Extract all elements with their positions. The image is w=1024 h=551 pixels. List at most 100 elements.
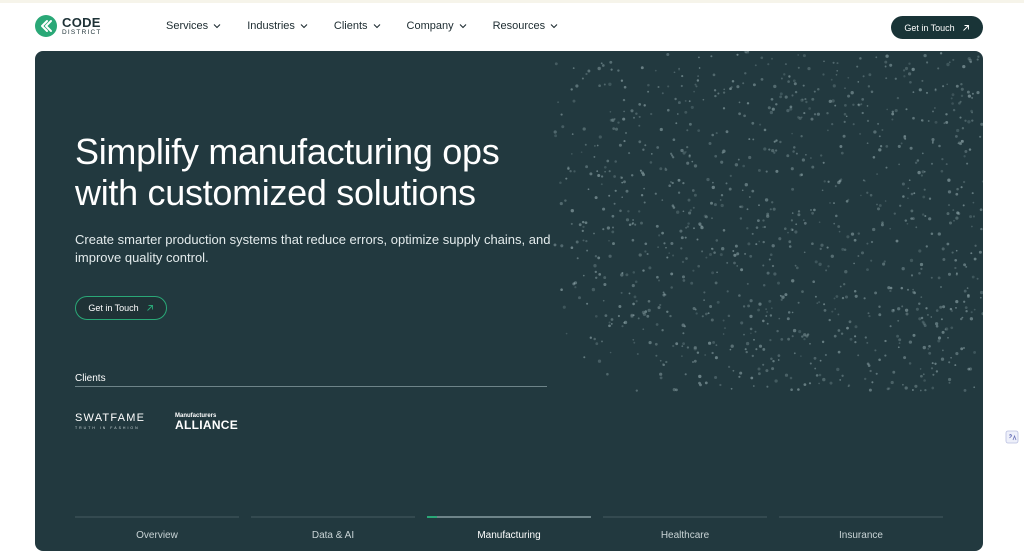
nav-item-label: Industries <box>247 20 295 32</box>
particle-dot <box>961 127 965 130</box>
particle-dot <box>853 289 857 293</box>
particle-dot <box>817 88 820 91</box>
particle-dot <box>686 129 689 132</box>
particle-dot <box>572 282 576 286</box>
particle-dot <box>791 279 795 283</box>
hero-get-in-touch-button[interactable]: Get in Touch <box>75 296 167 320</box>
particle-dot <box>631 284 635 288</box>
particle-dot <box>793 352 796 355</box>
particle-dot <box>729 87 732 91</box>
header-get-in-touch-button[interactable]: Get in Touch <box>891 16 983 39</box>
particle-dot <box>554 62 558 66</box>
tab-overview[interactable]: Overview <box>75 516 239 546</box>
particle-dot <box>681 275 686 279</box>
particle-dot <box>608 321 611 324</box>
particle-dot <box>752 138 755 141</box>
particle-dot <box>833 297 836 300</box>
particle-dot <box>771 201 774 204</box>
particle-dot <box>688 100 691 103</box>
particle-dot <box>704 381 708 385</box>
particle-dot <box>711 271 715 275</box>
particle-dot <box>638 124 641 127</box>
particle-dot <box>931 362 934 365</box>
particle-dot <box>788 75 791 78</box>
chevron-down-icon <box>300 24 308 29</box>
particle-dot <box>712 73 716 77</box>
particle-dot <box>766 385 769 388</box>
brand-logo[interactable]: CODE DISTRICT <box>35 15 102 37</box>
particle-dot <box>659 372 663 376</box>
particle-dot <box>729 174 732 178</box>
particle-dot <box>638 253 642 257</box>
particle-dot <box>935 309 939 312</box>
particle-dot <box>885 77 888 80</box>
particle-dot <box>920 296 923 298</box>
particle-dot <box>581 229 584 233</box>
particle-dot <box>642 173 645 177</box>
particle-dot <box>740 321 744 325</box>
particle-dot <box>719 199 722 201</box>
particle-dot <box>945 113 948 116</box>
main-nav: Services Industries Clients Company Reso… <box>166 20 584 32</box>
translate-widget-icon[interactable] <box>1005 430 1019 444</box>
particle-dot <box>875 372 878 375</box>
particle-dot <box>792 328 797 333</box>
particle-dot <box>955 135 958 138</box>
particle-dot <box>763 147 767 151</box>
particle-dot <box>800 355 802 357</box>
particle-dot <box>659 167 663 171</box>
particle-dot <box>647 90 650 93</box>
particle-dot <box>762 363 765 366</box>
particle-dot <box>604 170 606 173</box>
particle-dot <box>910 209 914 213</box>
particle-dot <box>771 264 775 268</box>
particle-dot <box>695 312 698 315</box>
particle-dot <box>937 276 941 280</box>
particle-dot <box>831 123 834 126</box>
tab-insurance[interactable]: Insurance <box>779 516 943 546</box>
particle-dot <box>762 284 766 287</box>
tab-manufacturing[interactable]: Manufacturing <box>427 516 591 546</box>
particle-dot <box>643 201 646 204</box>
particle-dot <box>670 152 673 155</box>
particle-dot <box>627 210 630 213</box>
particle-dot <box>757 367 761 371</box>
particle-dot <box>965 310 968 313</box>
particle-dot <box>889 63 893 67</box>
particle-dot <box>752 385 755 387</box>
particle-dot <box>915 226 918 229</box>
particle-dot <box>960 186 963 189</box>
particle-dot <box>828 99 832 104</box>
particle-dot <box>604 314 608 317</box>
nav-item-industries[interactable]: Industries <box>247 20 308 32</box>
particle-dot <box>670 181 672 183</box>
particle-dot <box>928 344 931 348</box>
nav-item-clients[interactable]: Clients <box>334 20 381 32</box>
nav-item-services[interactable]: Services <box>166 20 221 32</box>
particle-dot <box>612 242 615 246</box>
particle-dot <box>784 373 789 377</box>
particle-dot <box>780 298 783 301</box>
nav-item-resources[interactable]: Resources <box>493 20 559 32</box>
particle-dot <box>747 304 751 308</box>
particle-dot <box>922 195 926 199</box>
particle-dot <box>854 325 858 329</box>
particle-dot <box>946 212 950 216</box>
particle-dot <box>857 103 860 106</box>
tab-data-ai[interactable]: Data & AI <box>251 516 415 546</box>
tab-healthcare[interactable]: Healthcare <box>603 516 767 546</box>
brand-subtitle: DISTRICT <box>62 28 102 36</box>
particle-dot <box>754 330 757 333</box>
particle-dot <box>727 365 731 369</box>
particle-dot <box>902 195 905 198</box>
nav-item-company[interactable]: Company <box>407 20 467 32</box>
particle-dot <box>979 208 983 212</box>
particle-dot <box>585 72 588 76</box>
particle-dot <box>912 116 915 120</box>
particle-dot <box>866 191 869 194</box>
particle-dot <box>757 219 760 223</box>
particle-dot <box>620 176 623 179</box>
particle-dot <box>789 107 793 111</box>
particle-dot <box>561 125 565 129</box>
particle-dot <box>978 250 982 254</box>
